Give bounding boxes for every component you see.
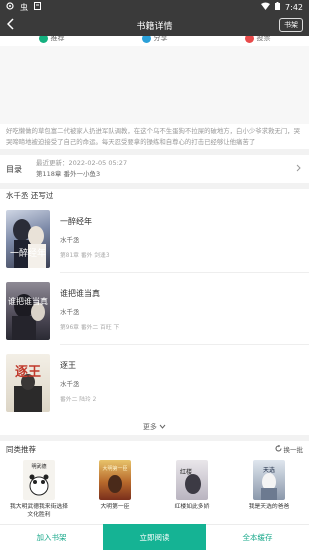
book-cover: 大明第一臣: [99, 460, 131, 500]
book-title: 逐王: [60, 361, 76, 370]
author-book-item[interactable]: 谁把谁当真 谁把谁当真 水千丞 第96章 番外二 百旺 下: [0, 276, 309, 342]
author-book-item[interactable]: 逐王 逐王 水千丞 番外二 陆玲 2: [0, 348, 309, 414]
book-latest: 第96章 番外二 百旺 下: [60, 325, 120, 331]
book-cover: 红楼: [176, 460, 208, 500]
catalog-row[interactable]: 目录 最近更新：2022-02-05 05:27 第118章 番外一小鱼3: [0, 156, 309, 182]
status-bar: 虫 7:42: [0, 0, 309, 14]
book-title: 一醉经年: [60, 217, 92, 226]
vote-action[interactable]: 投票: [244, 36, 271, 43]
book-cover: 谁把谁当真: [6, 282, 50, 340]
catalog-label: 目录: [6, 164, 22, 174]
book-title: 谁把谁当真: [60, 289, 100, 298]
divider: [60, 272, 309, 273]
divider: [0, 183, 309, 189]
recommend-item[interactable]: 明武德 我大明武德我来街选择文化胜利: [9, 460, 69, 519]
svg-text:红楼: 红楼: [180, 468, 192, 476]
book-author: 水千丞: [60, 236, 80, 244]
wifi-icon: [261, 2, 271, 12]
vote-icon: [244, 36, 254, 43]
recommend-title: 大明第一臣: [100, 504, 130, 510]
page-title: 书籍详情: [136, 21, 173, 32]
book-cover: 明武德: [23, 460, 55, 500]
book-cover: 逐王: [6, 354, 50, 412]
read-now-button[interactable]: 立即阅读: [103, 524, 206, 550]
recommend-icon: [38, 36, 48, 43]
divider: [0, 149, 309, 155]
recommend-action[interactable]: 推荐: [38, 36, 65, 43]
svg-text:天选: 天选: [263, 466, 275, 474]
book-cover: 天选: [253, 460, 285, 500]
settings-icon: [6, 2, 14, 12]
share-action[interactable]: 分享: [141, 36, 168, 43]
share-icon: [141, 36, 151, 43]
book-author: 水千丞: [60, 308, 80, 316]
svg-text:谁把谁当真: 谁把谁当真: [8, 296, 48, 306]
swap-batch-button[interactable]: 换一批: [275, 444, 303, 454]
author-books-heading: 水千丞 还写过: [6, 191, 54, 200]
status-time: 7:42: [285, 2, 303, 12]
notification-icon: [34, 2, 41, 12]
svg-text:大明第一臣: 大明第一臣: [102, 465, 127, 472]
header-bar: 书籍详情 书架: [0, 14, 309, 36]
cat-app-icon: 虫: [20, 2, 28, 12]
divider: [0, 435, 309, 441]
latest-chapter: 第118章 番外一小鱼3: [36, 170, 101, 178]
book-author: 水千丞: [60, 380, 80, 388]
refresh-icon: [275, 444, 282, 454]
shelf-button[interactable]: 书架: [279, 18, 303, 32]
update-time: 最近更新：2022-02-05 05:27: [36, 159, 128, 167]
book-summary[interactable]: 好吃懒做的草包富二代被家人扔进军队调教，在这个乌不生蛋狗不拉屎的破地方，白小少爷…: [6, 126, 303, 148]
similar-heading: 同类推荐: [6, 445, 36, 454]
recommend-title: 我是天选的爸爸: [248, 504, 290, 510]
svg-text:明武德: 明武德: [31, 463, 46, 470]
divider: [60, 344, 309, 345]
more-books-button[interactable]: 更多: [0, 422, 309, 432]
battery-icon: [275, 2, 281, 12]
book-cover: 一醉经年: [6, 210, 50, 268]
book-latest: 第81章 番外 剑逢3: [60, 253, 110, 259]
chevron-right-icon: [296, 164, 301, 175]
bottom-action-bar: 加入书架 立即阅读 全本缓存: [0, 524, 309, 550]
chevron-down-icon: [159, 423, 166, 431]
recommend-title: 我大明武德我来街选择文化胜利: [10, 504, 68, 518]
recommend-item[interactable]: 红楼 红楼如此多娇: [162, 460, 222, 511]
svg-text:逐王: 逐王: [15, 365, 41, 380]
author-book-item[interactable]: 一醉经年 一醉经年 水千丞 第81章 番外 剑逢3: [0, 204, 309, 270]
recommend-item[interactable]: 大明第一臣 大明第一臣: [85, 460, 145, 511]
book-latest: 番外二 陆玲 2: [60, 397, 97, 403]
ad-placeholder: [0, 46, 309, 124]
cache-all-button[interactable]: 全本缓存: [206, 524, 309, 550]
svg-text:一醉经年: 一醉经年: [10, 247, 46, 259]
recommend-title: 红楼如此多娇: [174, 504, 210, 510]
add-to-shelf-button[interactable]: 加入书架: [0, 524, 103, 550]
recommend-item[interactable]: 天选 我是天选的爸爸: [239, 460, 299, 511]
